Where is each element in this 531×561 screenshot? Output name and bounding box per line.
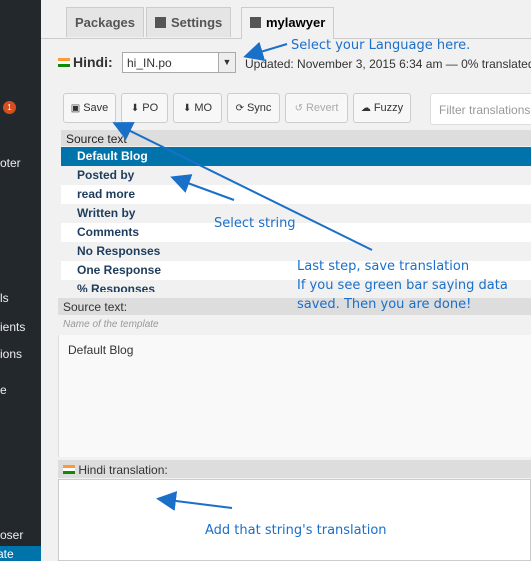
revert-button-label: Revert <box>305 102 339 114</box>
annotation-select-language: Select your Language here. <box>291 38 471 53</box>
tab-mylawyer-label: mylawyer <box>266 15 326 30</box>
sync-icon: ⟳ <box>235 103 244 114</box>
chevron-down-icon[interactable]: ▼ <box>218 53 235 72</box>
save-button[interactable]: ▣ Save <box>63 93 116 123</box>
download-po-button[interactable]: ⬇ PO <box>121 93 168 123</box>
sync-button-label: Sync <box>246 102 272 114</box>
annotation-save-line3: saved. Then you are done! <box>297 297 472 312</box>
tab-bar: Packages Settings mylawyer <box>41 0 531 39</box>
fuzzy-button-label: Fuzzy <box>373 102 404 114</box>
sidebar-item-options[interactable]: ions <box>0 347 22 361</box>
translate-icon <box>250 17 261 28</box>
fuzzy-button[interactable]: ☁ Fuzzy <box>353 93 411 123</box>
filter-translations-input[interactable]: Filter translations <box>430 93 531 125</box>
sidebar-item-translate[interactable]: ate <box>0 546 41 561</box>
sidebar-item-tools[interactable]: ls <box>0 291 9 305</box>
mo-button-label: MO <box>194 102 213 114</box>
source-text-body: Default Blog <box>58 335 531 457</box>
list-item[interactable]: Written by <box>61 204 531 223</box>
annotation-add-translation: Add that string's translation <box>205 523 387 538</box>
sync-button[interactable]: ⟳ Sync <box>227 93 280 123</box>
language-select[interactable]: hi_IN.po ▼ <box>122 52 236 73</box>
save-button-label: Save <box>83 102 109 114</box>
translation-header: Hindi translation: <box>58 460 531 478</box>
tab-settings-label: Settings <box>171 15 223 30</box>
translation-header-label: Hindi translation: <box>78 463 168 477</box>
list-item[interactable]: read more <box>61 185 531 204</box>
language-select-value: hi_IN.po <box>127 56 172 70</box>
translation-textarea[interactable] <box>58 479 531 561</box>
sidebar-active-label: ate <box>0 547 14 561</box>
tab-packages[interactable]: Packages <box>66 7 144 37</box>
revert-icon: ↺ <box>294 103 303 114</box>
admin-sidebar: 1 oter ls ients ions e oser ate <box>0 0 41 561</box>
updated-status: Updated: November 3, 2015 6:34 am — 0% t… <box>245 57 531 71</box>
update-count-badge: 1 <box>3 101 16 114</box>
language-label: Hindi: <box>73 54 113 70</box>
download-mo-button[interactable]: ⬇ MO <box>173 93 222 123</box>
cloud-icon: ☁ <box>360 103 371 114</box>
sidebar-item-e[interactable]: e <box>0 383 7 397</box>
india-flag-icon <box>58 58 70 67</box>
sidebar-item-clients[interactable]: ients <box>0 320 25 334</box>
list-item[interactable]: Comments <box>61 223 531 242</box>
source-list-header: Source text <box>61 130 531 146</box>
tab-settings[interactable]: Settings <box>146 7 232 37</box>
tab-mylawyer[interactable]: mylawyer <box>241 7 335 39</box>
settings-icon <box>155 17 166 28</box>
list-item[interactable]: Posted by <box>61 166 531 185</box>
annotation-select-string: Select string <box>214 216 296 231</box>
download-icon: ⬇ <box>182 103 192 114</box>
source-context-note: Name of the template <box>58 316 531 334</box>
india-flag-icon <box>63 465 75 474</box>
annotation-save-line1: Last step, save translation <box>297 259 470 274</box>
source-text-value: Default Blog <box>68 343 134 357</box>
po-button-label: PO <box>142 102 159 114</box>
list-item[interactable]: Default Blog <box>61 147 531 166</box>
save-icon: ▣ <box>70 103 81 114</box>
annotation-save-line2: If you see green bar saying data <box>297 278 508 293</box>
sidebar-item-footer[interactable]: oter <box>0 156 21 170</box>
sidebar-item-composer[interactable]: oser <box>0 528 23 542</box>
tab-packages-label: Packages <box>75 15 135 30</box>
download-icon: ⬇ <box>130 103 140 114</box>
revert-button[interactable]: ↺ Revert <box>285 93 348 123</box>
